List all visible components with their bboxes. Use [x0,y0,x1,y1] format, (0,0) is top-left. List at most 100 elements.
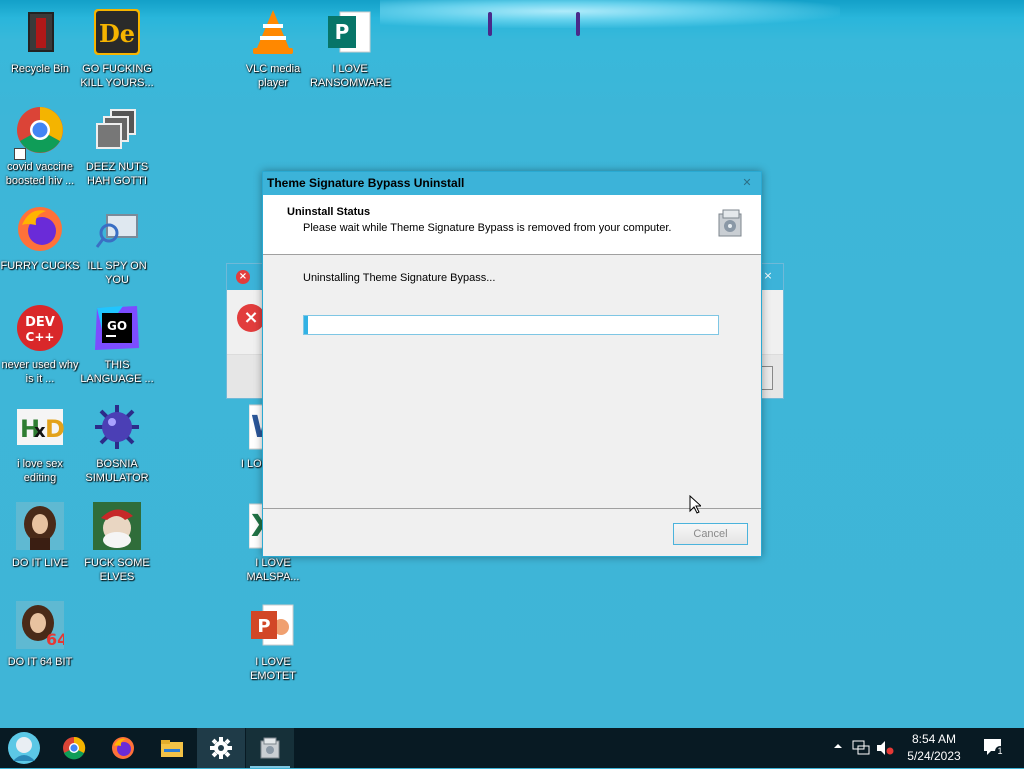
icon-label: I LOVE EMOTET [250,656,296,682]
wallpaper-highlight [380,0,840,28]
shortcut-arrow-icon [14,148,26,160]
desktop-icon-ill-spy-on-you[interactable]: ILL SPY ON YOU [77,205,157,287]
desktop-icon-covid-vaccine[interactable]: covid vaccine boosted hiv ... [0,106,80,188]
clock-time: 8:54 AM [911,732,957,746]
desktop-icon-devcpp[interactable]: DEV C++ never used why is it ... [0,304,80,386]
powerpoint-icon: P [249,601,297,649]
portrait-64-icon: 64 [16,601,68,649]
taskbar-firefox[interactable] [99,728,147,768]
icon-label: THIS LANGUAGE ... [80,359,154,385]
installer-icon [258,736,282,760]
dialog-titlebar[interactable]: Theme Signature Bypass Uninstall ✕ [263,172,761,195]
desktop-icon-this-language[interactable]: GO THIS LANGUAGE ... [77,304,157,386]
chrome-icon [16,106,64,154]
show-hidden-icons-icon[interactable] [832,740,844,752]
desktop-icon-deez-nuts[interactable]: DEEZ NUTS HAH GOTTI [77,106,157,188]
taskbar-installer[interactable] [246,728,294,768]
progress-fill [304,316,309,334]
desktop-icon-recycle-bin[interactable]: Recycle Bin [0,8,80,76]
portrait-icon [16,502,64,550]
taskbar-clock[interactable]: 8:54 AM 5/24/2023 [894,731,974,765]
header-subtitle: Please wait while Theme Signature Bypass… [303,222,672,234]
hxd-icon: HxD [16,403,65,451]
icon-label: FURRY CUCKS [0,260,80,272]
icon-label: DO IT 64 BIT [7,656,73,668]
elf-icon [93,502,141,550]
desktop-icon-hxd[interactable]: HxD i love sex editing [0,403,80,485]
desktop: Recycle Bin covid vaccine boosted hiv ..… [0,0,1024,728]
separator [263,508,761,509]
desktop-icon-fuck-some-elves[interactable]: FUCK SOME ELVES [77,502,157,584]
cancel-button[interactable]: Cancel [673,523,748,545]
wallpaper-mark [488,12,492,36]
taskbar-file-explorer[interactable] [148,728,196,768]
background-dialog-button[interactable] [762,366,773,390]
vlc-icon [249,8,297,56]
installer-icon [717,208,743,238]
desktop-icon-i-love-ransomware[interactable]: P I LOVE RANSOMWARE [310,8,391,90]
icon-label: I LOVE RANSOMWARE [310,63,391,89]
taskbar-chrome[interactable] [50,728,98,768]
svg-text:P: P [257,616,270,637]
notification-center-icon[interactable]: 1 [983,738,1005,758]
start-avatar-icon [7,731,41,765]
desktop-icon-i-love-emotet[interactable]: P I LOVE EMOTET [233,601,313,683]
icon-label: ILL SPY ON YOU [87,260,147,286]
firefox-icon [111,736,135,760]
icon-label: GO FUCKING KILL YOURS... [80,63,154,89]
taskbar-settings[interactable] [197,728,245,768]
svg-text:D: D [45,415,64,443]
desktop-icon-dx-app[interactable]: De GO FUCKING KILL YOURS... [77,8,157,90]
svg-text:P: P [335,20,350,44]
magnifier-monitor-icon [93,205,141,253]
uninstall-dialog[interactable]: Theme Signature Bypass Uninstall ✕ Unins… [262,171,762,557]
chrome-icon [62,736,86,760]
notification-count: 1 [995,746,1005,756]
mine-icon [93,403,141,451]
icon-label: DEEZ NUTS HAH GOTTI [85,161,149,187]
svg-text:C++: C++ [26,330,55,344]
icon-label: VLC media player [245,63,301,89]
goland-icon: GO [93,304,141,352]
wallpaper-mark [576,12,580,36]
svg-text:GO: GO [107,319,127,333]
recycle-bin-icon [16,8,64,56]
settings-gear-icon [209,736,233,760]
network-icon[interactable] [852,740,870,756]
icon-label: never used why is it ... [1,359,79,385]
header-title: Uninstall Status [287,206,371,218]
desktop-icon-bosnia-simulator[interactable]: BOSNIA SIMULATOR [77,403,157,485]
desktop-icon-do-it-live[interactable]: DO IT LIVE [0,502,80,570]
file-explorer-icon [160,736,184,760]
progress-bar [303,315,719,335]
svg-text:64: 64 [46,630,64,649]
icon-label: covid vaccine boosted hiv ... [5,161,75,187]
icon-label: BOSNIA SIMULATOR [85,458,149,484]
start-button[interactable] [0,728,48,768]
error-icon-large: × [237,304,265,332]
clock-date: 5/24/2023 [907,749,961,763]
dialog-title: Theme Signature Bypass Uninstall [267,176,465,190]
error-icon: × [236,270,250,284]
icon-label: I LOVE MALSPA... [246,557,300,583]
desktop-icon-vlc[interactable]: VLC media player [233,8,313,90]
icon-label: Recycle Bin [10,63,70,75]
icon-label: i love sex editing [17,458,63,484]
desktop-icon-do-it-64-bit[interactable]: 64 DO IT 64 BIT [0,601,80,669]
close-icon[interactable]: × [761,269,775,283]
dialog-header: Uninstall Status Please wait while Theme… [263,195,761,255]
status-text: Uninstalling Theme Signature Bypass... [303,272,496,284]
icon-label: FUCK SOME ELVES [84,557,150,583]
desktop-icon-furry-cucks[interactable]: FURRY CUCKS [0,205,80,273]
dx-app-icon: De [93,8,141,56]
publisher-icon: P [326,8,374,56]
icon-label: DO IT LIVE [11,557,69,569]
svg-text:DEV: DEV [25,315,55,330]
taskbar: 8:54 AM 5/24/2023 1 [0,728,1024,768]
close-icon[interactable]: ✕ [741,177,753,189]
firefox-icon [16,205,64,253]
devcpp-icon: DEV C++ [16,304,64,352]
stacked-windows-icon [93,106,141,154]
svg-text:De: De [99,19,135,48]
volume-muted-icon[interactable] [876,740,894,756]
